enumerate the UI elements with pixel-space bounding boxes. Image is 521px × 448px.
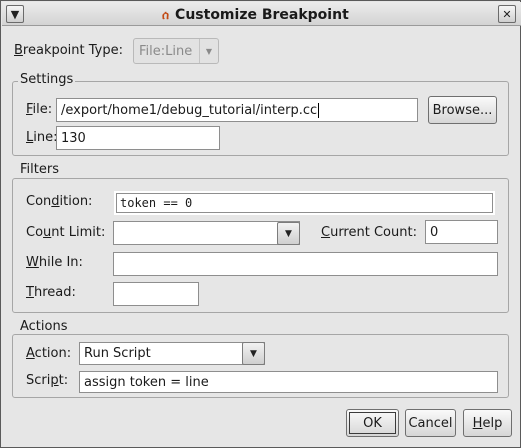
script-value: assign token = line	[84, 374, 209, 390]
ok-button-label: OK	[363, 415, 382, 431]
while-in-label: While In:	[26, 255, 83, 270]
filters-group-title: Filters	[18, 162, 61, 177]
cancel-button[interactable]: Cancel	[405, 409, 456, 437]
action-label: Action:	[26, 346, 72, 361]
close-button[interactable]: ✕	[498, 5, 516, 23]
line-field-value: 130	[61, 130, 86, 146]
browse-button[interactable]: Browse...	[428, 96, 497, 124]
ok-button[interactable]: OK	[346, 409, 399, 437]
action-combo[interactable]: Run Script	[79, 342, 265, 365]
window-title: Customize Breakpoint	[175, 7, 349, 23]
line-label: Line:	[26, 130, 58, 145]
file-field-value: /export/home1/debug_tutorial/interp.cc	[61, 102, 318, 118]
browse-button-label: Browse...	[432, 102, 493, 118]
script-label: Script:	[26, 373, 69, 388]
customize-breakpoint-dialog: ▼ ሰ Customize Breakpoint ✕ Breakpoint Ty…	[0, 0, 521, 448]
help-button-label: Help	[472, 415, 503, 431]
line-field[interactable]: 130	[56, 126, 220, 150]
chevron-down-icon: ▼	[198, 39, 218, 63]
app-icon: ሰ	[162, 7, 170, 22]
condition-field-value: token == 0	[120, 196, 193, 210]
breakpoint-type-select[interactable]: File:Line ▼	[133, 38, 219, 64]
file-field[interactable]: /export/home1/debug_tutorial/interp.cc	[56, 98, 418, 122]
thread-label: Thread:	[26, 285, 76, 300]
cancel-button-label: Cancel	[408, 415, 453, 431]
current-count-label: Current Count:	[321, 225, 417, 240]
current-count-value: 0	[430, 224, 439, 240]
action-value: Run Script	[84, 346, 151, 361]
count-limit-combo[interactable]	[113, 221, 300, 245]
help-button[interactable]: Help	[463, 409, 512, 437]
script-field[interactable]: assign token = line	[79, 371, 498, 393]
title-bar: ▼ ሰ Customize Breakpoint ✕	[2, 2, 521, 26]
actions-group-title: Actions	[18, 319, 70, 334]
count-limit-label: Count Limit:	[26, 225, 106, 240]
text-cursor	[318, 102, 320, 118]
file-label: File:	[26, 102, 53, 117]
chevron-down-icon: ▼	[10, 7, 20, 21]
count-limit-dropdown-button[interactable]: ▼	[277, 222, 300, 245]
breakpoint-type-label: Breakpoint Type:	[14, 43, 123, 58]
thread-field[interactable]	[113, 282, 199, 306]
while-in-field[interactable]	[113, 252, 498, 276]
title-group: ሰ Customize Breakpoint	[162, 4, 349, 26]
close-icon: ✕	[502, 7, 512, 21]
condition-field[interactable]: token == 0	[114, 191, 495, 215]
current-count-field[interactable]: 0	[425, 220, 498, 244]
chevron-down-icon: ▼	[250, 348, 257, 359]
window-menu-button[interactable]: ▼	[6, 5, 24, 23]
breakpoint-type-value: File:Line	[139, 43, 193, 59]
action-dropdown-button[interactable]: ▼	[242, 342, 265, 365]
condition-label: Condition:	[26, 194, 93, 209]
chevron-down-icon: ▼	[285, 228, 292, 239]
settings-group-title: Settings	[18, 72, 76, 87]
